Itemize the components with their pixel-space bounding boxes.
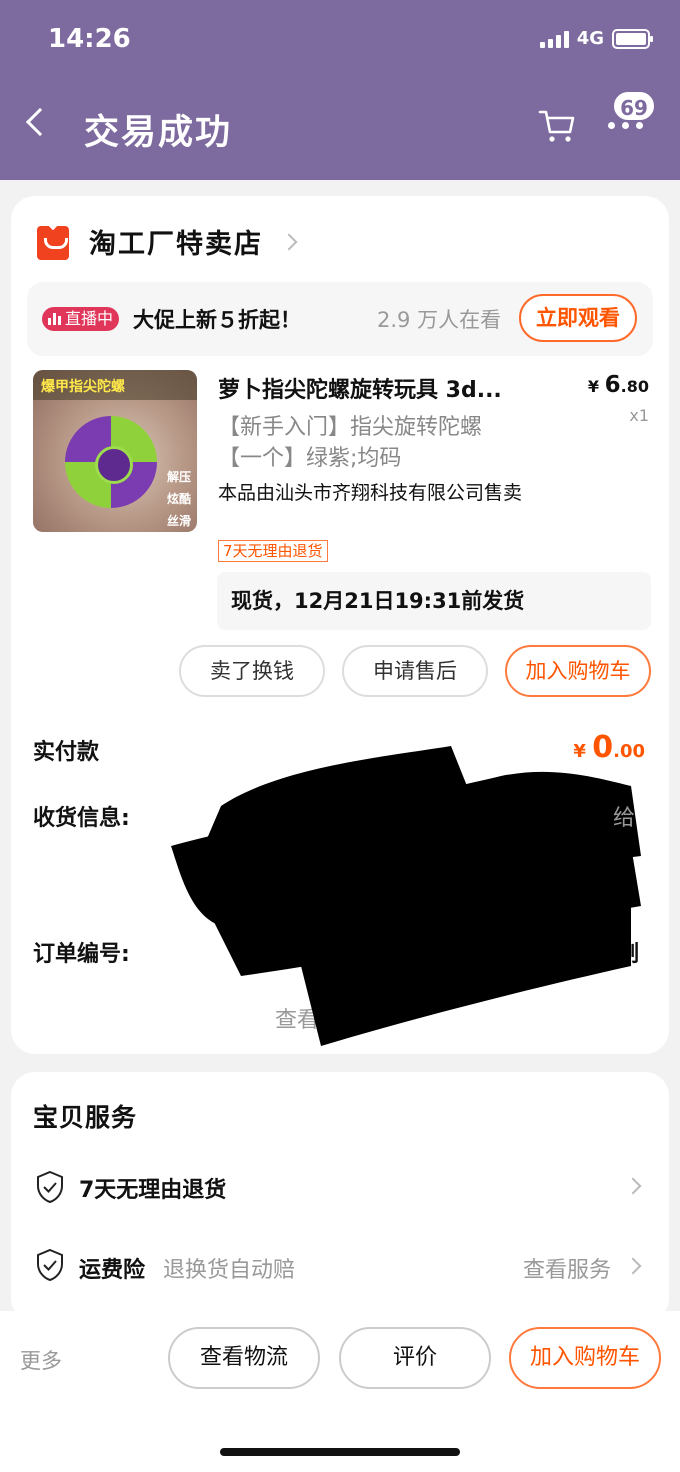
chevron-right-icon xyxy=(624,1177,642,1195)
shipping-insurance-desc: 退换货自动赔 xyxy=(163,1258,296,1283)
live-viewer-count: 2.9 万人在看 xyxy=(377,308,502,332)
cart-icon[interactable] xyxy=(538,108,576,144)
message-badge: 69 xyxy=(612,90,656,122)
return-policy-tag: 7天无理由退货 xyxy=(218,540,328,562)
battery-icon xyxy=(612,28,653,49)
add-to-cart-button[interactable]: 加入购物车 xyxy=(505,645,651,697)
live-tag: 直播中 xyxy=(42,307,120,331)
paid-label: 实付款 xyxy=(33,740,100,765)
review-button[interactable]: 评价 xyxy=(339,1327,491,1389)
bottom-add-to-cart-button[interactable]: 加入购物车 xyxy=(509,1327,661,1389)
product-quantity: x1 xyxy=(629,406,649,425)
order-number-label: 订单编号: xyxy=(33,942,130,967)
product-price: ¥ 6.80 xyxy=(587,372,649,398)
live-banner[interactable]: 直播中 大促上新５折起！ 2.9 万人在看 立即观看 xyxy=(27,282,653,356)
product-seller: 本品由汕头市齐翔科技有限公司售卖 xyxy=(218,482,523,504)
service-item-return[interactable]: 7天无理由退货 xyxy=(79,1172,226,1204)
shield-check-icon xyxy=(37,1170,63,1204)
redaction-scribble xyxy=(171,746,641,1046)
shipping-info-label: 收货信息: xyxy=(33,806,130,831)
live-bars-icon xyxy=(48,313,61,325)
back-icon[interactable] xyxy=(25,107,55,137)
status-icons: 4G xyxy=(539,28,653,49)
live-promo-text: 大促上新５折起！ xyxy=(133,308,301,332)
shipping-status: 现货，12月21日19:31前发货 xyxy=(217,572,651,630)
service-item-shipping-insurance[interactable]: 运费险 xyxy=(79,1252,145,1284)
order-card: 淘工厂特卖店 直播中 大促上新５折起！ 2.9 万人在看 立即观看 爆甲指尖陀螺… xyxy=(11,196,669,1054)
signal-icon xyxy=(539,30,569,48)
product-image-side-text: 解压 炫酷 丝滑 xyxy=(166,470,191,528)
after-sale-button[interactable]: 申请售后 xyxy=(342,645,488,697)
shield-check-icon xyxy=(37,1248,63,1282)
shop-logo-icon xyxy=(37,226,69,260)
services-card: 宝贝服务 7天无理由退货 运费险 退换货自动赔 查看服务 xyxy=(11,1072,669,1322)
more-link[interactable]: 更多 xyxy=(20,1345,62,1375)
sell-button[interactable]: 卖了换钱 xyxy=(179,645,325,697)
page-title: 交易成功 xyxy=(84,113,233,153)
chevron-right-icon xyxy=(280,233,298,251)
view-service-link[interactable]: 查看服务 xyxy=(523,1252,611,1284)
chevron-right-icon xyxy=(624,1257,642,1275)
services-title: 宝贝服务 xyxy=(33,1103,138,1132)
home-indicator xyxy=(220,1448,460,1456)
view-logistics-button[interactable]: 查看物流 xyxy=(168,1327,320,1389)
shop-name[interactable]: 淘工厂特卖店 xyxy=(89,222,263,261)
fidget-spinner-picture xyxy=(65,416,157,508)
network-label: 4G xyxy=(576,28,604,49)
status-time: 14:26 xyxy=(48,24,131,54)
product-sku: 【新手入门】指尖旋转陀螺 【一个】绿紫;均码 xyxy=(218,415,483,471)
product-image-label: 爆甲指尖陀螺 xyxy=(33,370,197,400)
product-image[interactable]: 爆甲指尖陀螺 解压 炫酷 丝滑 xyxy=(33,370,197,532)
top-header: 14:26 4G 交易成功 69 xyxy=(0,0,680,180)
watch-now-button[interactable]: 立即观看 xyxy=(519,294,637,342)
bottom-action-bar: 更多 查看物流 评价 加入购物车 xyxy=(0,1311,680,1472)
product-title[interactable]: 萝卜指尖陀螺旋转玩具 3d... xyxy=(218,372,558,404)
